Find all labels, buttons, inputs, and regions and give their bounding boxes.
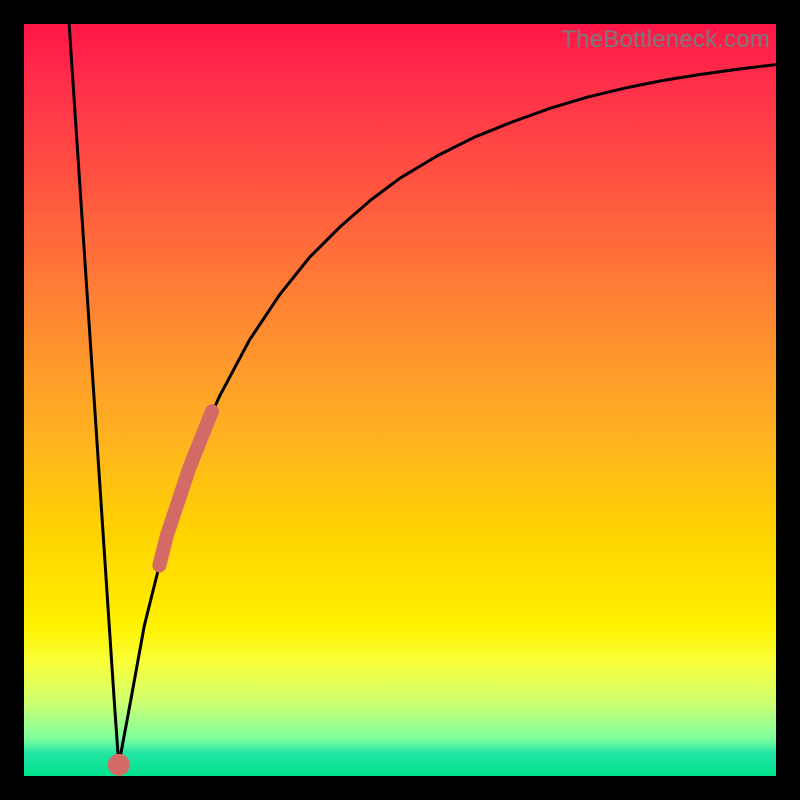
bottleneck-curve [69, 24, 776, 765]
plot-area: TheBottleneck.com [24, 24, 776, 776]
curve-layer [69, 24, 776, 776]
chart-frame: TheBottleneck.com [0, 0, 800, 800]
highlight-dot [108, 754, 130, 776]
curves-svg [24, 24, 776, 776]
highlight-segment [159, 411, 212, 565]
